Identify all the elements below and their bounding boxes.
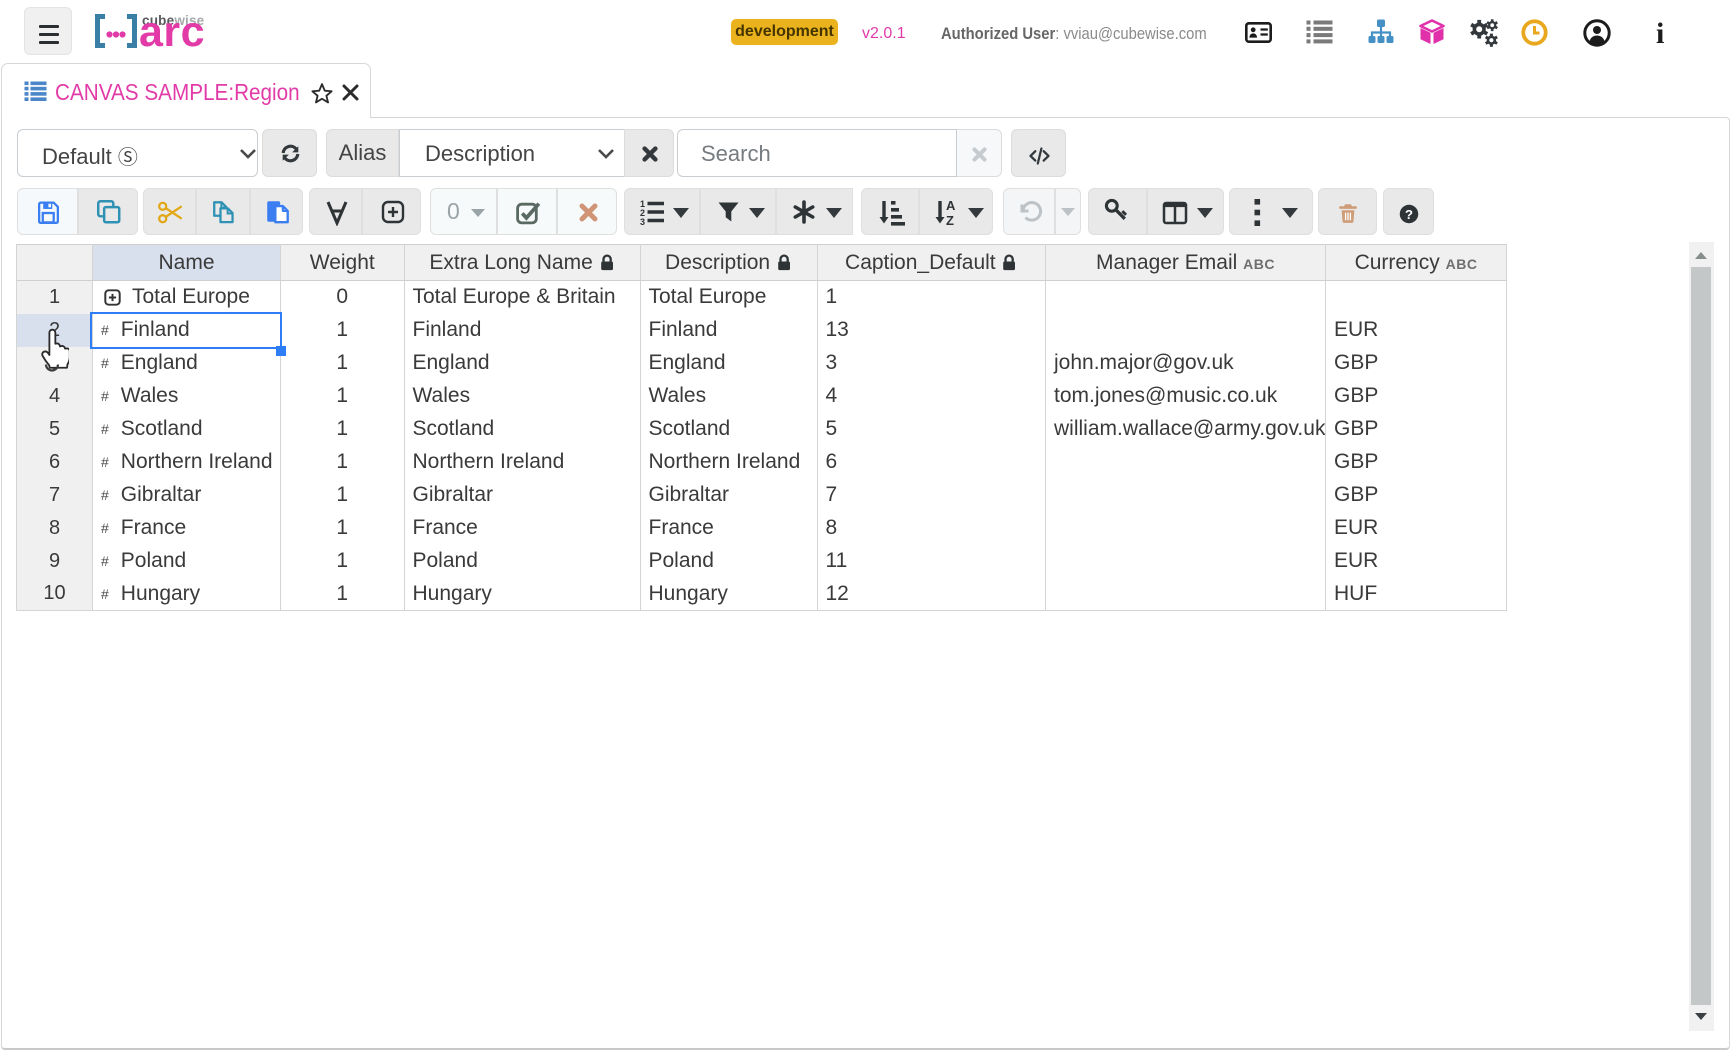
svg-text:A: A <box>946 198 956 213</box>
svg-text:?: ? <box>1405 207 1413 222</box>
svg-text:Z: Z <box>946 213 954 226</box>
svg-text:3: 3 <box>640 217 645 226</box>
